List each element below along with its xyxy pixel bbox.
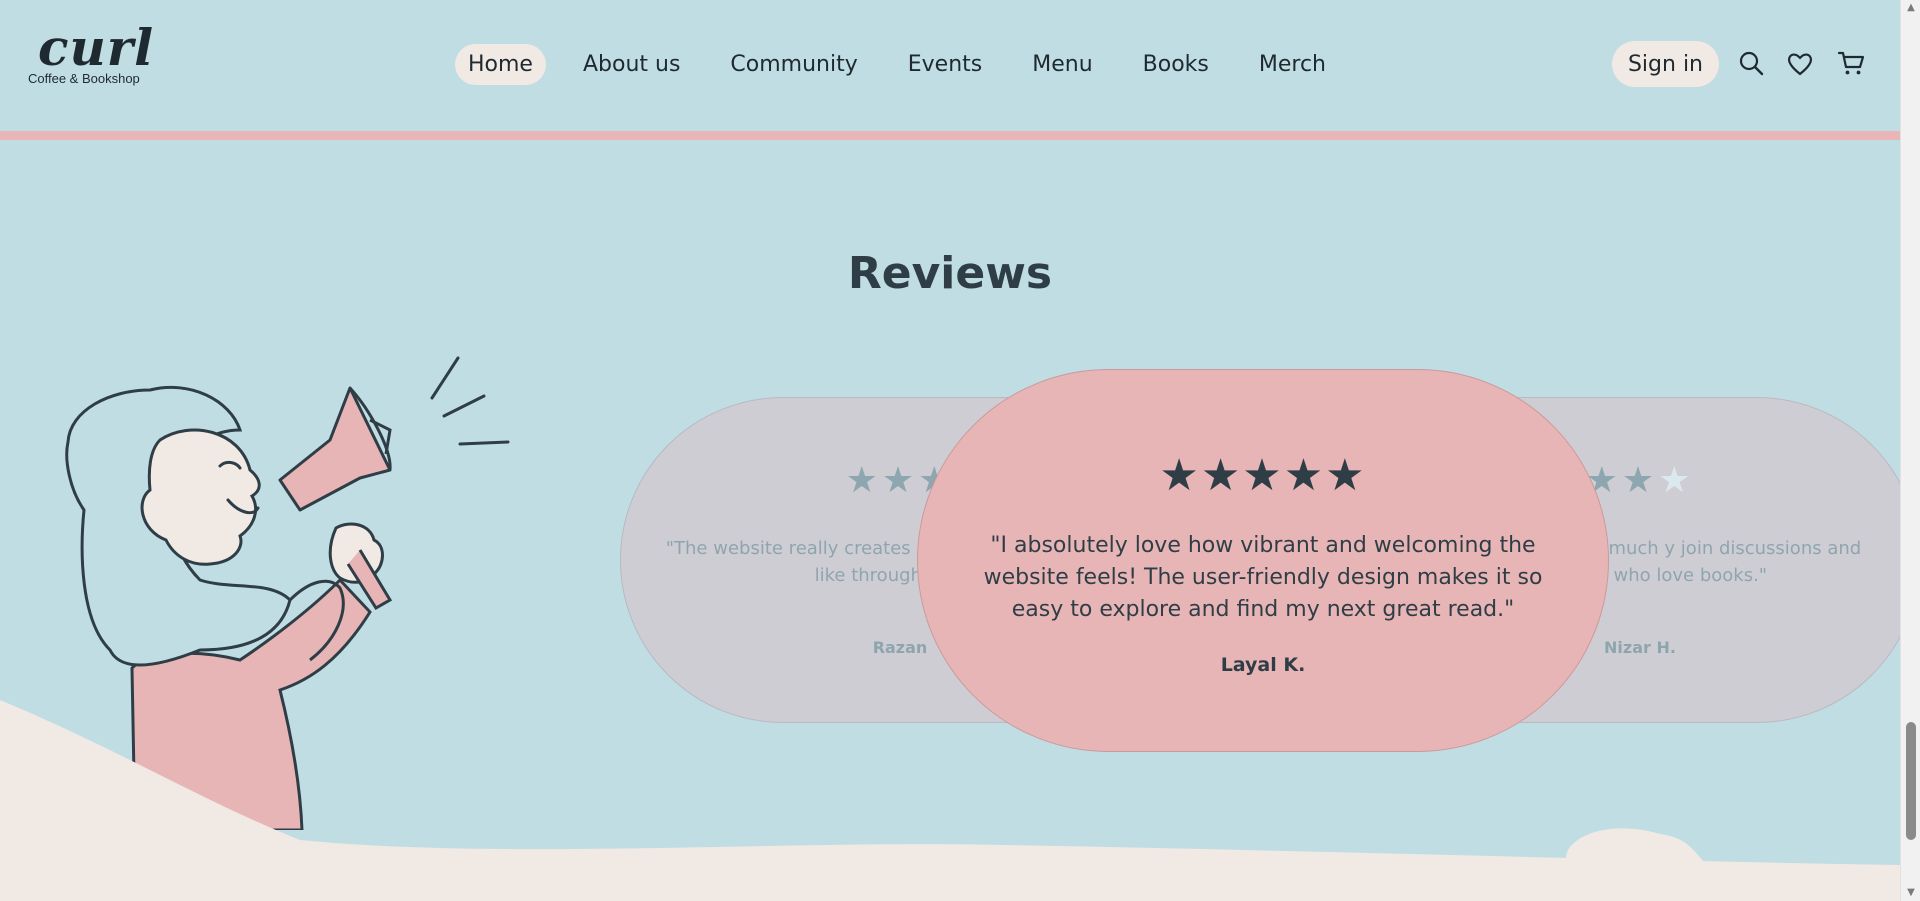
reviewer-name: Layal K.: [1220, 654, 1306, 676]
page-scrollbar[interactable]: ▲ ▼: [1900, 0, 1920, 901]
nav-item-merch[interactable]: Merch: [1246, 44, 1339, 85]
scroll-up-icon[interactable]: ▲: [1905, 2, 1917, 14]
nav-item-menu[interactable]: Menu: [1019, 44, 1105, 85]
nav-item-about-us[interactable]: About us: [570, 44, 693, 85]
cart-icon[interactable]: [1836, 48, 1866, 78]
scrollbar-thumb[interactable]: [1906, 722, 1916, 840]
reviews-heading: Reviews: [847, 248, 1053, 299]
logo-wordmark: curl: [38, 18, 155, 77]
nav-item-books[interactable]: Books: [1130, 44, 1222, 85]
nav-item-events[interactable]: Events: [895, 44, 996, 85]
nav-item-home[interactable]: Home: [455, 43, 546, 85]
star-rating: ★★★★★: [1159, 450, 1367, 501]
heart-icon[interactable]: [1785, 48, 1815, 78]
logo[interactable]: curl Coffee & Bookshop: [28, 22, 158, 92]
scroll-down-icon[interactable]: ▼: [1905, 887, 1917, 899]
page: curl Coffee & Bookshop Home About us Com…: [0, 0, 1900, 901]
search-icon[interactable]: [1736, 48, 1766, 78]
sign-in-button[interactable]: Sign in: [1612, 41, 1719, 87]
logo-tagline: Coffee & Bookshop: [28, 71, 140, 86]
ground-decoration: [0, 690, 1900, 901]
header-divider: [0, 131, 1900, 140]
review-text: "I absolutely love how vibrant and welco…: [983, 533, 1543, 622]
site-header: curl Coffee & Bookshop Home About us Com…: [0, 0, 1900, 131]
nav-item-community[interactable]: Community: [717, 44, 870, 85]
main-nav: Home About us Community Events Menu Book…: [455, 42, 1363, 86]
